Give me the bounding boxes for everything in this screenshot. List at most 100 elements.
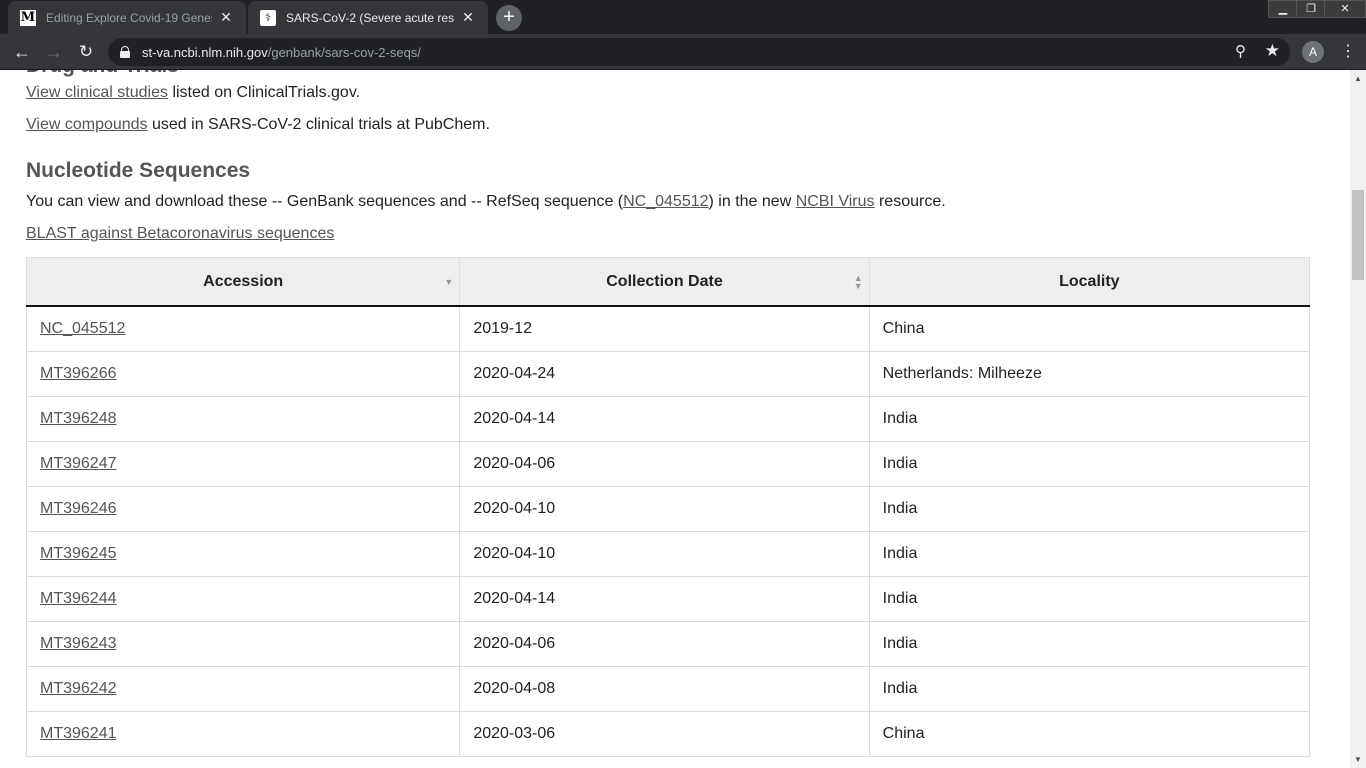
table-row: NC_045512 2019-12 China <box>25 305 1311 352</box>
table-row: MT396244 2020-04-14 India <box>25 576 1311 622</box>
refseq-link[interactable]: NC_045512 <box>623 193 708 210</box>
url-text[interactable]: st-va.ncbi.nlm.nih.gov/genbank/sars-cov-… <box>142 45 421 60</box>
vertical-scrollbar[interactable]: ▲ ▼ <box>1350 70 1366 768</box>
reload-icon[interactable]: ↻ <box>74 40 98 64</box>
forward-arrow-icon[interactable]: → <box>42 40 66 64</box>
table-header-row: Accession ▼ Collection Date ▲ ▼ Locality <box>25 257 1311 307</box>
view-clinical-studies-link[interactable]: View clinical studies <box>26 84 168 101</box>
tab-title: Editing Explore Covid-19 Genes <box>46 10 212 25</box>
download-info-text-b: ) in the new <box>708 193 796 210</box>
table-row: MT396246 2020-04-10 India <box>25 486 1311 532</box>
accession-cell: MT396246 <box>25 486 461 532</box>
table-row: MT396245 2020-04-10 India <box>25 531 1311 577</box>
sort-descending-icon: ▼ <box>444 276 454 287</box>
collection-date-cell: 2020-04-14 <box>459 576 870 622</box>
collection-date-cell: 2020-04-14 <box>459 396 870 442</box>
collection-date-cell: 2020-04-10 <box>459 486 870 532</box>
window-close-icon[interactable]: ✕ <box>1324 0 1366 18</box>
collection-date-cell: 2020-03-06 <box>459 711 870 757</box>
minimize-icon[interactable]: ▁ <box>1268 0 1298 18</box>
accession-cell: MT396245 <box>25 531 461 577</box>
close-icon[interactable]: ✕ <box>218 9 234 26</box>
table-row: MT396243 2020-04-06 India <box>25 621 1311 667</box>
download-info-text-a: You can view and download these -- GenBa… <box>26 193 624 210</box>
accession-link[interactable]: MT396244 <box>40 590 117 607</box>
locality-cell: India <box>868 441 1311 487</box>
accession-link[interactable]: MT396243 <box>40 635 117 652</box>
blast-line: BLAST against Betacoronavirus sequences <box>26 225 334 243</box>
collection-date-column-header[interactable]: Collection Date ▲ ▼ <box>459 257 870 307</box>
locality-cell: India <box>868 576 1311 622</box>
bookmark-star-icon[interactable]: ★ <box>1265 41 1280 61</box>
tab-title: SARS-CoV-2 (Severe acute respir <box>286 10 454 25</box>
lock-icon <box>120 46 130 58</box>
clinical-studies-text: listed on ClinicalTrials.gov. <box>168 84 361 101</box>
accession-column-header[interactable]: Accession ▼ <box>25 257 461 307</box>
accession-cell: MT396242 <box>25 666 461 712</box>
accession-link[interactable]: MT396247 <box>40 455 117 472</box>
tab-strip: M Editing Explore Covid-19 Genes ✕ ⚕ SAR… <box>0 0 1366 34</box>
collection-date-cell: 2020-04-24 <box>459 351 870 397</box>
accession-link[interactable]: MT396242 <box>40 680 117 697</box>
compounds-line: View compounds used in SARS-CoV-2 clinic… <box>26 116 490 134</box>
blast-link[interactable]: BLAST against Betacoronavirus sequences <box>26 225 334 242</box>
collection-date-cell: 2020-04-08 <box>459 666 870 712</box>
accession-cell: MT396244 <box>25 576 461 622</box>
view-compounds-link[interactable]: View compounds <box>26 116 148 133</box>
accession-link[interactable]: MT396246 <box>40 500 117 517</box>
locality-cell: India <box>868 666 1311 712</box>
ncbi-virus-link[interactable]: NCBI Virus <box>796 193 875 210</box>
tab-editing-explore[interactable]: M Editing Explore Covid-19 Genes ✕ <box>8 1 246 34</box>
table-row: MT396242 2020-04-08 India <box>25 666 1311 712</box>
accession-cell: MT396266 <box>25 351 461 397</box>
accession-cell: MT396247 <box>25 441 461 487</box>
locality-column-header[interactable]: Locality <box>868 257 1311 307</box>
locality-cell: Netherlands: Milheeze <box>868 351 1311 397</box>
restore-icon[interactable]: ❐ <box>1296 0 1326 18</box>
accession-cell: MT396241 <box>25 711 461 757</box>
scroll-down-arrow-icon[interactable]: ▼ <box>1350 751 1366 768</box>
close-icon[interactable]: ✕ <box>460 9 476 26</box>
collection-date-cell: 2020-04-10 <box>459 531 870 577</box>
download-info-line: You can view and download these -- GenBa… <box>26 193 946 211</box>
sort-both-icon: ▲ ▼ <box>853 272 863 291</box>
locality-header-label: Locality <box>1059 272 1120 290</box>
table-row: MT396248 2020-04-14 India <box>25 396 1311 442</box>
address-bar[interactable]: st-va.ncbi.nlm.nih.gov/genbank/sars-cov-… <box>108 38 1290 66</box>
collection-date-cell: 2020-04-06 <box>459 621 870 667</box>
accession-link[interactable]: MT396245 <box>40 545 117 562</box>
scrollbar-thumb[interactable] <box>1352 190 1364 280</box>
locality-cell: India <box>868 621 1311 667</box>
table-row: MT396247 2020-04-06 India <box>25 441 1311 487</box>
new-tab-button[interactable]: + <box>496 5 522 31</box>
accession-link[interactable]: MT396241 <box>40 725 117 742</box>
accession-link[interactable]: MT396266 <box>40 365 117 382</box>
scroll-up-arrow-icon[interactable]: ▲ <box>1350 70 1366 87</box>
locality-cell: India <box>868 396 1311 442</box>
collection-date-cell: 2020-04-06 <box>459 441 870 487</box>
section-heading-drug-trials: Drug and Trials <box>26 70 179 78</box>
accession-cell: NC_045512 <box>25 305 461 352</box>
table-row: MT396266 2020-04-24 Netherlands: Milheeze <box>25 351 1311 397</box>
zoom-icon[interactable]: ⚲ <box>1235 42 1246 60</box>
locality-cell: China <box>868 305 1311 352</box>
back-arrow-icon[interactable]: ← <box>10 40 34 64</box>
collection-date-cell: 2019-12 <box>459 305 870 352</box>
locality-cell: India <box>868 486 1311 532</box>
sars-favicon-icon: ⚕ <box>260 9 276 26</box>
compounds-text: used in SARS-CoV-2 clinical trials at Pu… <box>147 116 490 133</box>
browser-toolbar: ← → ↻ st-va.ncbi.nlm.nih.gov/genbank/sar… <box>0 34 1366 70</box>
collection-date-header-label: Collection Date <box>606 272 723 290</box>
download-info-text-c: resource. <box>874 193 946 210</box>
url-path: /genbank/sars-cov-2-seqs/ <box>267 44 421 60</box>
table-body: NC_045512 2019-12 China MT396266 2020-04-24 N… <box>25 305 1311 757</box>
tab-sars-cov-2[interactable]: ⚕ SARS-CoV-2 (Severe acute respir ✕ <box>248 1 488 34</box>
accession-link[interactable]: NC_045512 <box>40 320 125 337</box>
more-menu-icon[interactable]: ⋮ <box>1340 42 1356 62</box>
accession-cell: MT396248 <box>25 396 461 442</box>
sequences-table: Accession ▼ Collection Date ▲ ▼ Locality NC… <box>25 257 1311 757</box>
table-row: MT396241 2020-03-06 China <box>25 711 1311 757</box>
accession-cell: MT396243 <box>25 621 461 667</box>
accession-link[interactable]: MT396248 <box>40 410 117 427</box>
profile-avatar[interactable]: A <box>1302 41 1324 63</box>
